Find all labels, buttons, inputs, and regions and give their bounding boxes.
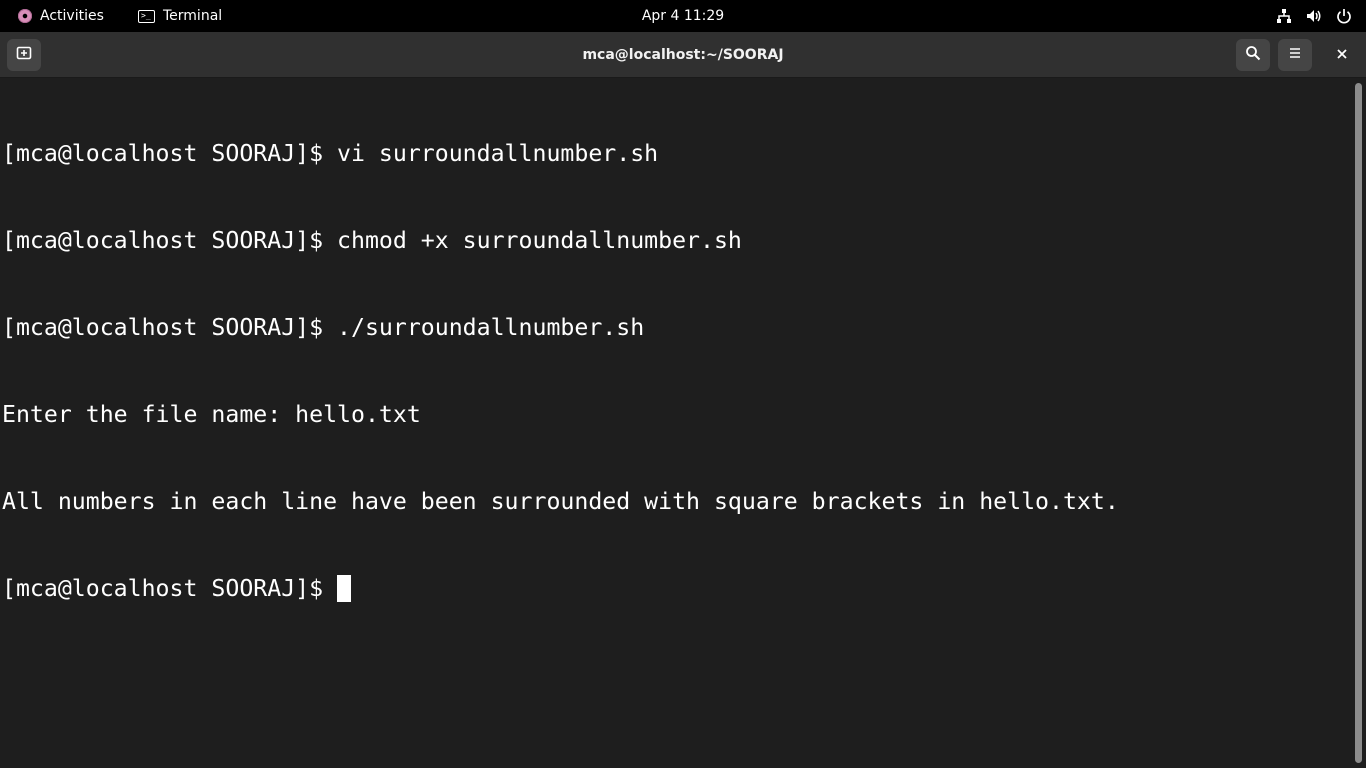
top-bar: Activities >_ Terminal Apr 4 11:29 [0, 0, 1366, 32]
terminal-icon: >_ [138, 9, 155, 23]
new-tab-icon [16, 45, 32, 65]
terminal-line: Enter the file name: hello.txt [2, 401, 421, 428]
app-menu-label: Terminal [163, 8, 223, 24]
terminal-line: [mca@localhost SOORAJ]$ vi surroundallnu… [2, 140, 659, 167]
new-tab-button[interactable] [7, 39, 41, 71]
system-tray[interactable] [1276, 0, 1352, 32]
terminal-window: mca@localhost:~/SOORAJ [mca@localhost SO… [0, 32, 1366, 768]
search-icon [1245, 45, 1261, 65]
power-icon[interactable] [1336, 8, 1352, 24]
volume-icon[interactable] [1306, 8, 1322, 24]
scrollbar-thumb[interactable] [1355, 83, 1362, 763]
close-button[interactable] [1326, 39, 1358, 71]
terminal-line: All numbers in each line have been surro… [2, 488, 1119, 515]
activities-icon [18, 9, 32, 23]
main-menu-button[interactable] [1278, 39, 1312, 71]
header-bar[interactable]: mca@localhost:~/SOORAJ [0, 32, 1366, 78]
close-icon [1335, 46, 1349, 65]
terminal-output[interactable]: [mca@localhost SOORAJ]$ vi surroundallnu… [0, 78, 1350, 768]
terminal-prompt: [mca@localhost SOORAJ]$ [2, 575, 338, 602]
terminal-prompt-line: [mca@localhost SOORAJ]$ [2, 574, 1350, 603]
activities-button[interactable]: Activities [10, 0, 112, 32]
app-menu-terminal[interactable]: >_ Terminal [130, 0, 230, 32]
hamburger-menu-icon [1287, 45, 1303, 65]
terminal-cursor [337, 575, 352, 602]
terminal-line: [mca@localhost SOORAJ]$ ./surroundallnum… [2, 314, 645, 341]
terminal-line: [mca@localhost SOORAJ]$ chmod +x surroun… [2, 227, 742, 254]
network-icon[interactable] [1276, 8, 1292, 24]
terminal-scrollbar[interactable] [1350, 78, 1366, 768]
activities-label: Activities [40, 8, 104, 24]
search-button[interactable] [1236, 39, 1270, 71]
clock[interactable]: Apr 4 11:29 [634, 8, 732, 24]
window-title: mca@localhost:~/SOORAJ [582, 47, 784, 63]
